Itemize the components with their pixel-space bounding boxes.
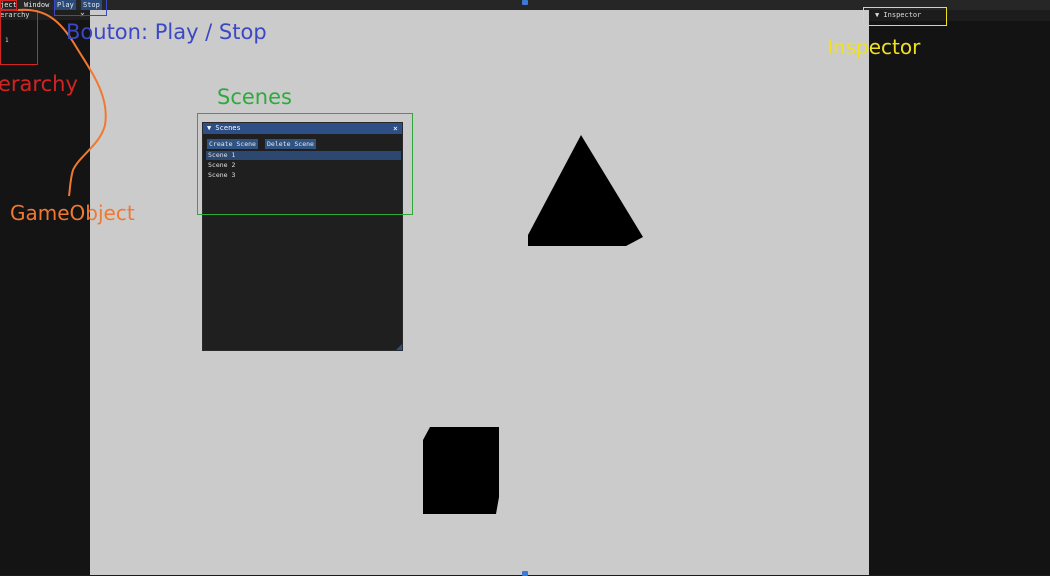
annotation-scenes: Scenes [217,85,292,109]
annotation-play-stop: Bouton: Play / Stop [66,20,267,44]
annotation-gameobject: GameObject [10,201,135,225]
cube-object[interactable] [423,427,499,514]
bottom-splitter-handle[interactable] [522,571,528,576]
scenes-highlight-box [197,113,413,215]
top-splitter-handle[interactable] [522,0,528,5]
annotation-inspector: Inspector [827,35,921,59]
pyramid-object[interactable] [528,135,643,246]
resize-grip-icon[interactable] [396,344,402,350]
inspector-panel: ▼ Inspector [869,10,1050,575]
inspector-highlight-box [863,7,947,26]
annotation-hierarchy: erarchy [0,72,78,96]
